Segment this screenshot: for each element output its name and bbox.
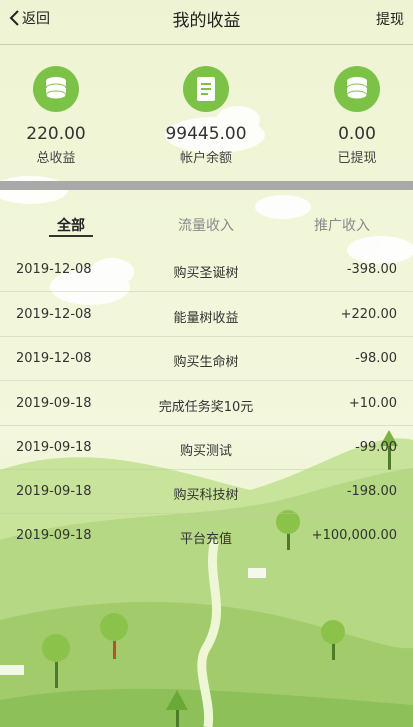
transaction-description: 平台充值 [179,532,232,547]
transaction-date: 2019-12-08 [16,351,92,366]
table-row[interactable]: 2019-09-18 购买科技树 -198.00 [0,470,413,514]
tab-all[interactable]: 全部 [16,215,126,235]
nav-header: 返回 我的收益 提现 [0,0,413,45]
table-row[interactable]: 2019-12-08 购买生命树 -98.00 [0,337,413,381]
document-icon [183,66,229,112]
tab-promotion-income[interactable]: 推广收入 [287,215,397,235]
table-row[interactable]: 2019-12-08 购买圣诞树 -398.00 [0,248,413,292]
table-row[interactable]: 2019-09-18 完成任务奖10元 +10.00 [0,382,413,426]
transaction-description: 购买生命树 [173,355,239,370]
coin-stack-icon [334,66,380,112]
stat-value: 220.00 [26,124,86,144]
transaction-amount: -99.00 [355,440,397,455]
stat-total-earnings: 220.00 总收益 [0,66,126,166]
transaction-amount: -98.00 [355,351,397,366]
coin-stack-icon [33,66,79,112]
transaction-date: 2019-12-08 [16,307,92,322]
transaction-amount: +10.00 [348,396,397,411]
withdraw-button[interactable]: 提现 [376,9,404,29]
stat-value: 0.00 [338,124,376,144]
transaction-date: 2019-09-18 [16,484,92,499]
stat-label: 帐户余额 [179,151,232,166]
transaction-amount: +100,000.00 [311,528,397,543]
earnings-summary: 220.00 总收益 99445.00 帐户余额 0.00 已提现 [0,46,413,182]
transaction-date: 2019-12-08 [16,262,92,277]
page-title: 我的收益 [172,11,241,31]
transaction-date: 2019-09-18 [16,396,92,411]
stat-label: 已提现 [337,151,377,166]
table-row[interactable]: 2019-09-18 平台充值 +100,000.00 [0,514,413,558]
tab-traffic-income[interactable]: 流量收入 [151,215,261,235]
transaction-date: 2019-09-18 [16,440,92,455]
transaction-description: 购买测试 [179,444,232,459]
transaction-amount: -198.00 [346,484,397,499]
transaction-description: 完成任务奖10元 [158,400,254,415]
income-tabs: 全部 流量收入 推广收入 [0,205,413,243]
transaction-description: 能量树收益 [173,311,239,326]
transaction-date: 2019-09-18 [16,528,92,543]
table-row[interactable]: 2019-09-18 购买测试 -99.00 [0,426,413,470]
stat-withdrawn: 0.00 已提现 [287,66,413,166]
section-divider [0,181,413,190]
stat-label: 总收益 [36,151,76,166]
transaction-description: 购买圣诞树 [173,266,239,281]
transaction-amount: -398.00 [346,262,397,277]
transaction-description: 购买科技树 [173,488,239,503]
stat-account-balance: 99445.00 帐户余额 [136,66,276,166]
table-row[interactable]: 2019-12-08 能量树收益 +220.00 [0,293,413,337]
transaction-amount: +220.00 [340,307,397,322]
stat-value: 99445.00 [165,124,247,144]
active-tab-underline [49,235,93,237]
